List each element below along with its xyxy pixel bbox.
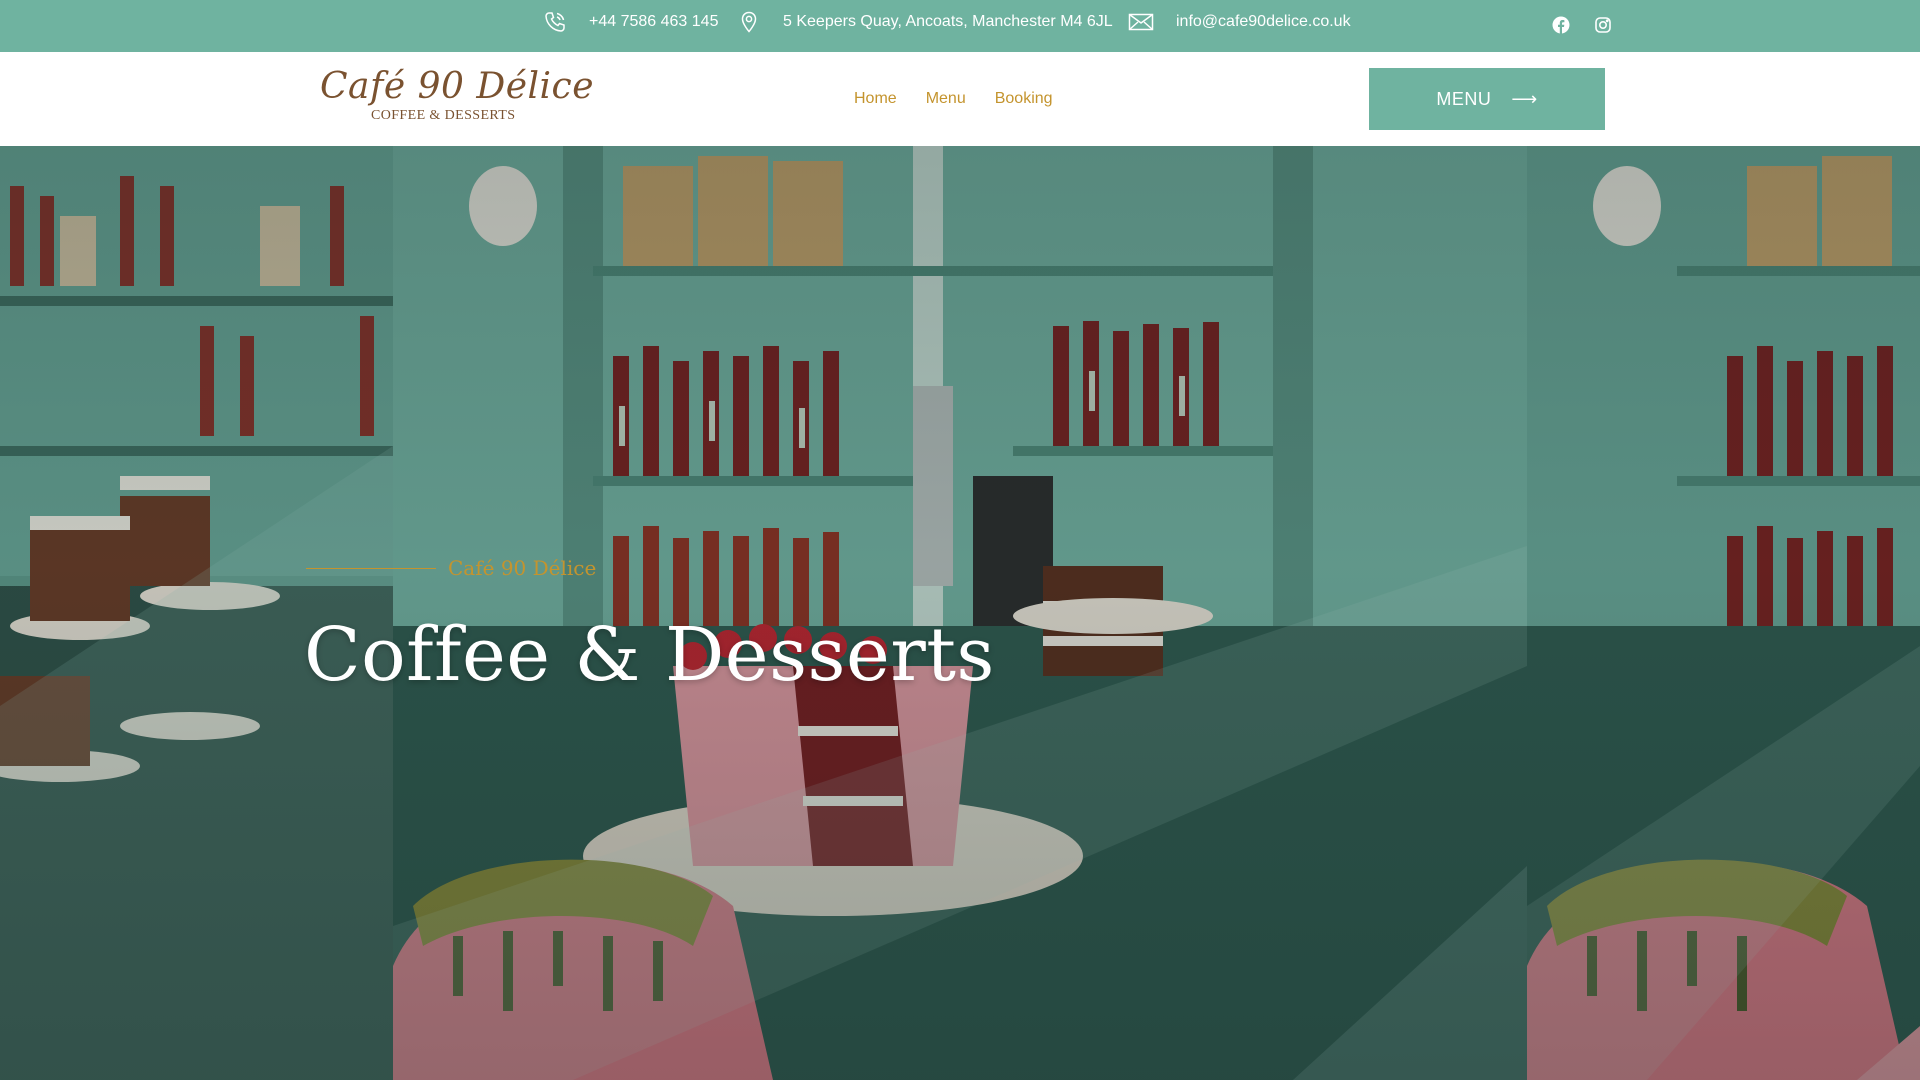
- site-logo[interactable]: Café 90 Délice COFFEE & DESSERTS: [320, 66, 594, 128]
- site-header: Café 90 Délice COFFEE & DESSERTS Home Me…: [0, 52, 1920, 146]
- logo-tagline: COFFEE & DESSERTS: [371, 108, 516, 123]
- hero-section: Café 90 Délice Coffee & Desserts: [0, 146, 1920, 1080]
- phone-contact[interactable]: +44 7586 463 145: [543, 0, 718, 44]
- address-contact[interactable]: 5 Keepers Quay, Ancoats, Manchester M4 6…: [737, 0, 1113, 44]
- envelope-icon: [1128, 11, 1154, 33]
- hero-title: Coffee & Desserts: [304, 612, 995, 698]
- contact-bar: +44 7586 463 145 5 Keepers Quay, Ancoats…: [0, 0, 1920, 52]
- hero-kicker-text: Café 90 Délice: [448, 556, 597, 580]
- facebook-icon[interactable]: [1550, 14, 1572, 36]
- nav-home[interactable]: Home: [854, 90, 897, 108]
- instagram-icon[interactable]: [1592, 14, 1614, 36]
- location-pin-icon: [737, 10, 761, 34]
- email-text: info@cafe90delice.co.uk: [1176, 13, 1351, 30]
- arrow-right-icon: ⟶: [1511, 88, 1538, 109]
- email-contact[interactable]: info@cafe90delice.co.uk: [1128, 0, 1351, 44]
- logo-name: Café 90 Délice: [320, 66, 594, 107]
- hero-kicker: Café 90 Délice: [306, 556, 596, 580]
- address-text: 5 Keepers Quay, Ancoats, Manchester M4 6…: [783, 13, 1113, 30]
- phone-icon: [543, 10, 567, 34]
- nav-menu[interactable]: Menu: [926, 90, 966, 108]
- phone-number: +44 7586 463 145: [589, 13, 719, 30]
- nav-booking[interactable]: Booking: [995, 90, 1053, 108]
- hero-image-right: [1527, 146, 1920, 1080]
- menu-button[interactable]: MENU ⟶: [1369, 68, 1605, 130]
- menu-button-label: MENU: [1436, 88, 1492, 109]
- main-nav: Home Menu Booking: [854, 90, 1053, 108]
- kicker-divider: [306, 567, 436, 569]
